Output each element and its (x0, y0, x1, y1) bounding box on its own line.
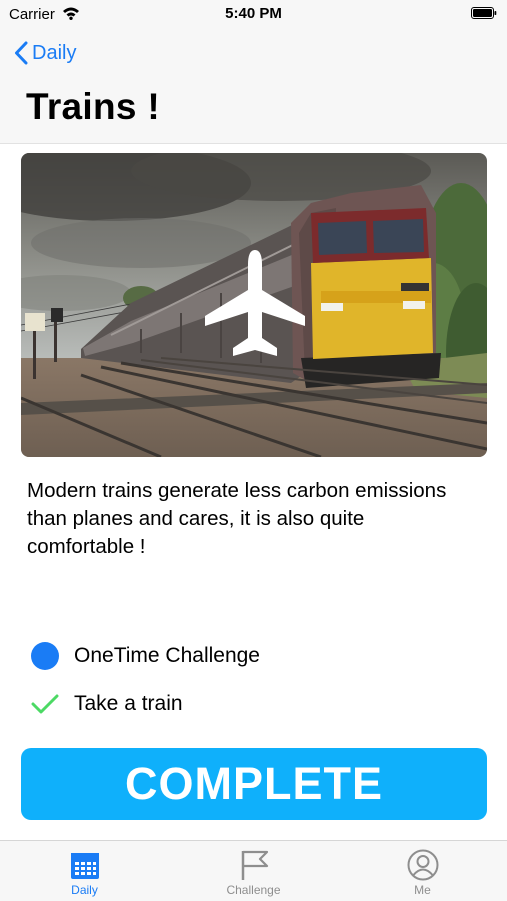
tab-challenge[interactable]: Challenge (169, 841, 338, 901)
challenge-type-label: OneTime Challenge (74, 644, 260, 667)
challenge-description: Modern trains generate less carbon emiss… (27, 479, 447, 558)
tab-daily-label: Daily (71, 883, 98, 897)
checkmark-icon (31, 694, 59, 714)
airplane-icon (205, 250, 305, 356)
back-label: Daily (32, 41, 77, 64)
status-time: 5:40 PM (225, 5, 282, 22)
back-button[interactable]: Daily (14, 38, 76, 68)
chevron-left-icon (15, 41, 28, 65)
tab-bar: Daily Challenge Me (0, 840, 507, 901)
tab-me[interactable]: Me (338, 841, 507, 901)
challenge-task: Take a train (31, 688, 183, 720)
tab-challenge-label: Challenge (226, 883, 281, 897)
task-label: Take a train (74, 692, 183, 715)
status-bar: Carrier 5:40 PM (0, 0, 507, 28)
tab-me-label: Me (414, 883, 431, 897)
challenge-type: OneTime Challenge (31, 640, 260, 672)
navigation-bar: Daily Trains ! (0, 28, 507, 144)
page-title: Trains ! (26, 86, 160, 127)
challenge-dot-icon (31, 642, 59, 670)
flag-icon (241, 850, 268, 880)
battery-icon (471, 7, 497, 19)
hero-image (21, 153, 487, 457)
calendar-icon (70, 853, 99, 879)
tab-daily[interactable]: Daily (0, 841, 169, 901)
profile-icon (407, 849, 438, 881)
complete-button[interactable]: COMPLETE (21, 748, 487, 820)
